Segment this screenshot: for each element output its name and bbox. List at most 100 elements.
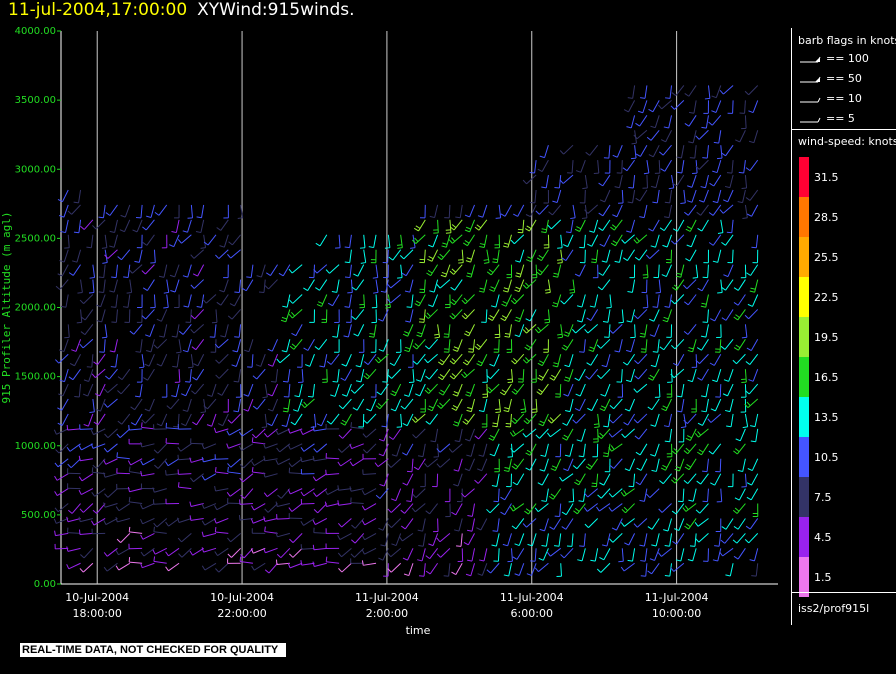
barb-staff xyxy=(720,219,724,233)
barb-staff xyxy=(541,473,549,486)
barb-flag xyxy=(227,315,233,320)
barb-flag xyxy=(657,552,662,557)
barb-flag xyxy=(562,244,568,248)
barb-staff xyxy=(301,547,315,550)
wind-barb xyxy=(449,219,463,231)
barb-staff xyxy=(303,443,315,452)
barb-flag xyxy=(685,228,691,232)
barb-staff xyxy=(337,369,340,383)
wind-barb xyxy=(574,398,586,412)
barb-flag xyxy=(406,500,412,502)
wind-barb xyxy=(555,384,562,398)
barb-staff xyxy=(720,488,723,502)
barb-staff xyxy=(190,517,204,521)
barb-flag xyxy=(511,390,517,395)
barb-staff xyxy=(625,503,635,514)
barb-staff xyxy=(652,368,660,381)
wind-barb xyxy=(622,249,636,261)
barb-staff xyxy=(429,562,439,575)
barb-flag xyxy=(66,516,69,522)
wind-barb xyxy=(666,249,673,264)
barb-staff xyxy=(639,473,648,485)
wind-barb xyxy=(742,204,748,220)
wind-barb xyxy=(191,383,205,395)
wind-barb xyxy=(708,204,722,216)
wind-barb xyxy=(555,443,562,458)
barb-flag xyxy=(593,423,599,425)
barb-flag xyxy=(623,506,628,512)
wind-barb xyxy=(231,354,242,367)
barb-flag xyxy=(196,216,202,219)
wind-barb xyxy=(511,383,525,395)
y-tick-label: 1500.00 xyxy=(15,372,56,383)
wind-barb xyxy=(655,279,662,294)
barb-flag xyxy=(565,231,571,234)
barb-staff xyxy=(156,518,168,528)
barb-flag xyxy=(69,362,75,367)
wind-barb xyxy=(514,279,525,293)
barb-flag xyxy=(515,286,521,290)
barb-flag xyxy=(467,515,473,517)
barb-flag xyxy=(621,508,626,514)
barb-flag xyxy=(614,186,620,189)
wind-barb xyxy=(267,413,278,427)
barb-flag xyxy=(514,319,520,323)
barb-flag xyxy=(300,429,304,435)
wind-barb xyxy=(554,533,562,547)
barb-flag xyxy=(426,312,431,317)
wind-barb xyxy=(623,413,636,426)
barb-flag xyxy=(290,421,296,426)
barb-flag xyxy=(466,454,472,457)
wind-barb xyxy=(60,294,69,308)
wind-barb xyxy=(582,174,588,190)
barb-staff xyxy=(62,189,69,202)
barb-flag xyxy=(227,253,232,259)
barb-staff xyxy=(420,368,426,382)
wind-barb xyxy=(420,473,426,488)
barb-flag xyxy=(91,373,96,378)
barb-flag xyxy=(452,423,458,427)
barb-staff xyxy=(490,264,500,276)
wind-barb xyxy=(479,548,488,562)
wind-barb xyxy=(683,443,697,455)
barb-staff xyxy=(504,488,512,501)
barb-flag xyxy=(379,483,385,487)
barb-staff xyxy=(498,398,501,413)
barb-flag xyxy=(178,330,184,335)
barb-flag xyxy=(663,529,669,532)
barb-staff xyxy=(508,563,512,577)
barb-flag xyxy=(324,489,329,495)
wind-barb xyxy=(66,516,81,523)
wind-barb xyxy=(512,473,525,486)
wind-barb xyxy=(568,488,575,503)
barb-flag xyxy=(89,411,95,414)
barb-flag xyxy=(477,573,483,576)
wind-barb xyxy=(716,488,723,503)
wind-barb xyxy=(688,488,697,502)
barb-flag xyxy=(264,508,269,513)
wind-barb xyxy=(256,264,266,278)
barb-staff xyxy=(97,413,106,426)
barb-staff xyxy=(428,383,438,394)
wind-barb xyxy=(276,514,290,520)
barb-flag xyxy=(539,420,545,424)
barb-flag xyxy=(95,304,101,308)
barb-flag xyxy=(610,226,615,231)
barb-flag xyxy=(227,553,232,558)
barb-staff xyxy=(286,339,291,353)
wind-barb xyxy=(109,279,118,293)
wind-barb xyxy=(659,144,672,156)
barb-flag xyxy=(278,272,284,277)
wind-barb xyxy=(672,279,685,291)
barb-staff xyxy=(714,309,722,322)
barb-staff xyxy=(168,518,180,527)
barb-flag xyxy=(436,537,441,543)
wind-barb xyxy=(420,204,426,219)
barb-staff xyxy=(138,249,143,263)
barb-staff xyxy=(583,339,586,353)
barb-staff xyxy=(551,413,562,424)
barb-flag xyxy=(576,226,582,230)
wind-barb xyxy=(562,413,574,426)
wind-barb xyxy=(281,339,291,353)
wind-barb xyxy=(344,294,352,308)
